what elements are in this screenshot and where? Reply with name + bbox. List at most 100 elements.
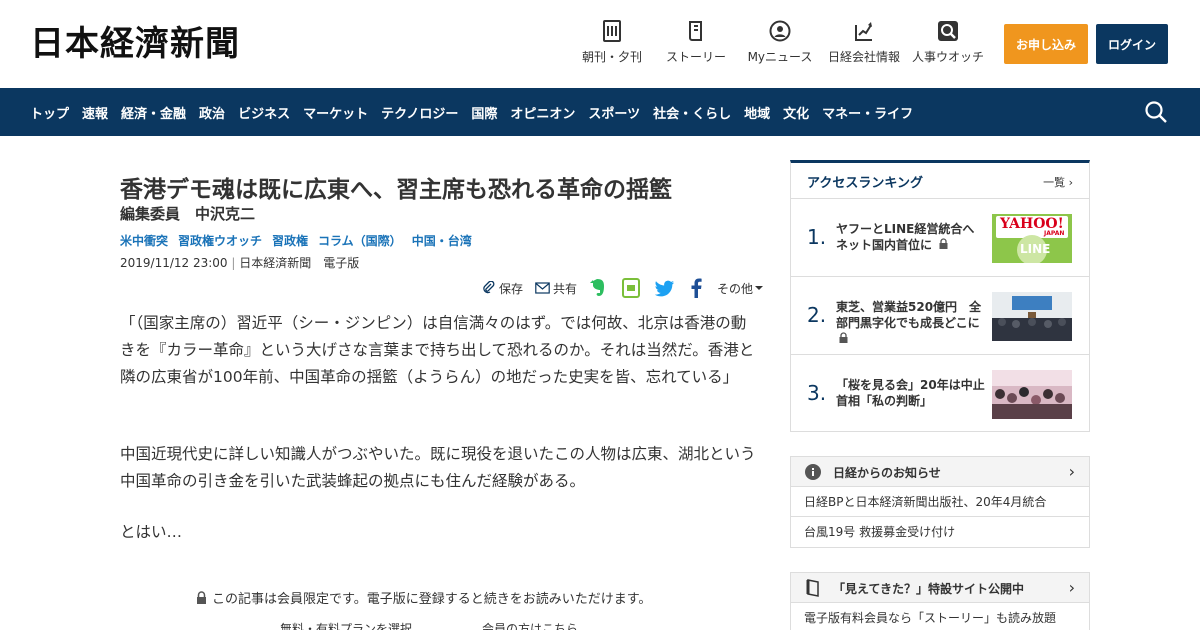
nav-item-region[interactable]: 地域 [744,103,770,122]
article-paragraph: 中国近現代史に詳しい知識人がつぶやいた。既に現役を退いたこの人物は広東、湖北とい… [120,445,756,490]
header-link-label: 日経会社情報 [827,50,900,64]
lock-icon [839,332,848,343]
nav-items: トップ 速報 経済・金融 政治 ビジネス マーケット テクノロジー 国際 オピニ… [30,88,926,136]
article-source: 日本経済新聞 電子版 [239,256,360,270]
tag-link[interactable]: コラム（国際） [318,232,402,249]
crowd-photo [992,370,1072,419]
article-author: 編集委員 中沢克二 [120,205,256,223]
notice-item[interactable]: 日経BPと日本経済新聞出版社、20年4月統合 [791,487,1089,517]
chevron-right-icon: › [1068,578,1075,597]
nav-item-market[interactable]: マーケット [303,103,368,122]
facebook-button[interactable] [690,278,705,298]
nav-item-top[interactable]: トップ [30,103,69,122]
chevron-right-icon: › [1068,462,1075,481]
ranking-header: アクセスランキング 一覧 › [791,163,1089,199]
ranking-item[interactable]: 3. 「桜を見る会」20年は中止 首相「私の判断」 [791,355,1089,433]
ranking-text-wrap: 東芝、営業益520億円 全部門黒字化でも成長どこに [836,299,986,347]
header-link-story[interactable]: ストーリー [651,20,741,65]
article-date: 2019/11/12 23:00 [120,256,228,270]
ranking-number: 2. [807,303,827,327]
story-title: 「見えてきた？」特設サイト公開中 [833,582,1025,596]
lock-icon [939,238,948,249]
nav-item-sports[interactable]: スポーツ [588,103,640,122]
ranking-more-label: 一覧 [1043,176,1066,189]
ranking-thumbnail: YAHOO! JAPAN LINE [992,214,1072,263]
notices-header[interactable]: 日経からのお知らせ › [791,457,1089,487]
header-link-paper[interactable]: 朝刊・夕刊 [567,20,657,65]
user-icon [769,20,791,42]
book-icon [806,579,819,597]
ranking-more-link[interactable]: 一覧 › [1043,174,1073,190]
ranking-text: 東芝、営業益520億円 全部門黒字化でも成長どこに [836,300,982,330]
plan-links: 無料・有料プランを選択 会員の方はこちら [280,620,578,630]
article-paragraph: とはい… [120,523,183,541]
nav-item-breaking[interactable]: 速報 [82,103,108,122]
share-button[interactable]: 共有 [535,280,577,297]
story-header[interactable]: 「見えてきた？」特設サイト公開中 › [791,573,1089,603]
save-button[interactable]: 保存 [482,280,523,297]
article-title: 香港デモ魂は既に広東へ、習主席も恐れる革命の揺籃 [120,177,672,203]
site-logo[interactable]: 日本経濟新聞 [30,24,240,64]
chevron-right-icon: › [1068,176,1073,189]
nav-item-economy[interactable]: 経済・金融 [121,103,186,122]
header-link-label: 人事ウオッチ [911,50,984,64]
nav-item-politics[interactable]: 政治 [199,103,225,122]
header-link-jinji[interactable]: 人事ウオッチ [903,20,993,65]
book-icon [689,21,702,41]
twitter-button[interactable] [655,280,678,297]
mail-icon [535,282,550,294]
tag-link[interactable]: 中国・台湾 [412,232,472,249]
nav-item-opinion[interactable]: オピニオン [510,103,575,122]
facebook-icon [691,278,702,298]
login-button[interactable]: ログイン [1096,24,1168,64]
notices-title: 日経からのお知らせ [833,466,941,480]
access-ranking: アクセスランキング 一覧 › 1. ヤフーとLINE経営統合へ ネット国内首位に… [790,160,1090,432]
evernote-button[interactable] [589,278,610,298]
story-promo: 「見えてきた？」特設サイト公開中 › 電子版有料会員なら「ストーリー」も読み放題 [790,572,1090,630]
lock-icon [197,591,206,604]
story-text[interactable]: 電子版有料会員なら「ストーリー」も読み放題 [791,603,1089,630]
member-login-link[interactable]: 会員の方はこちら [482,620,578,630]
nav-item-business[interactable]: ビジネス [238,103,290,122]
search-icon[interactable] [1144,100,1168,124]
nav-item-international[interactable]: 国際 [471,103,497,122]
nav-item-culture[interactable]: 文化 [783,103,809,122]
tag-link[interactable]: 習政権ウオッチ [178,232,262,249]
locked-notice: この記事は会員限定です。電子版に登録すると続きをお読みいただけます。 [196,588,651,607]
header-link-company[interactable]: 日経会社情報 [819,20,909,65]
article-actions: 保存 共有 その他 [482,278,778,298]
global-nav: トップ 速報 経済・金融 政治 ビジネス マーケット テクノロジー 国際 オピニ… [0,88,1200,136]
tag-link[interactable]: 習政権 [272,232,308,249]
nav-item-society[interactable]: 社会・くらし [653,103,731,122]
thumb-line-text: LINE [1020,242,1051,256]
search-person-icon [938,21,958,41]
ranking-item[interactable]: 2. 東芝、営業益520億円 全部門黒字化でも成長どこに [791,277,1089,355]
plan-select-link[interactable]: 無料・有料プランを選択 [280,620,412,630]
header-link-mynews[interactable]: Myニュース [735,20,825,65]
more-label: その他 [717,281,754,296]
notice-item[interactable]: 台風19号 救援募金受け付け [791,517,1089,547]
twitter-icon [655,280,675,296]
nav-item-technology[interactable]: テクノロジー [381,103,458,122]
evernote-icon [590,279,605,296]
press-conference-photo [992,292,1072,341]
ranking-item[interactable]: 1. ヤフーとLINE経営統合へ ネット国内首位に YAHOO! JAPAN L… [791,199,1089,277]
ranking-title: アクセスランキング [807,176,923,191]
header-link-label: Myニュース [747,50,813,64]
ranking-number: 1. [807,225,827,249]
nikkei-notices: 日経からのお知らせ › 日経BPと日本経済新聞出版社、20年4月統合 台風19号… [790,456,1090,548]
ranking-text: ヤフーとLINE経営統合へ ネット国内首位に [836,222,987,252]
header-link-label: 朝刊・夕刊 [581,50,642,64]
ranking-number: 3. [807,381,827,405]
ranking-thumbnail [992,370,1072,419]
ranking-text: 「桜を見る会」20年は中止 首相「私の判断」 [836,378,997,408]
more-menu-button[interactable]: その他 [717,280,766,297]
apply-button[interactable]: お申し込み [1004,24,1088,64]
onenote-button[interactable] [622,278,643,298]
article-paragraph: 「（国家主席の）習近平（シー・ジンピン）は自信満々のはず。では何故、北京は香港の… [120,314,755,386]
locked-notice-text: この記事は会員限定です。電子版に登録すると続きをお読みいただけます。 [212,592,652,607]
tag-link[interactable]: 米中衝突 [120,232,168,249]
nav-item-money-life[interactable]: マネー・ライフ [822,103,913,122]
chart-icon [855,22,872,41]
dateline-divider: | [231,256,236,270]
